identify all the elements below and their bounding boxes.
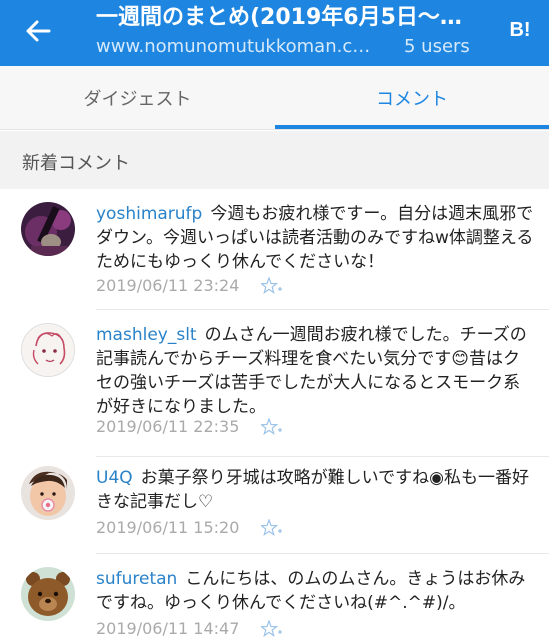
tab-comments[interactable]: コメント [275,66,549,130]
app-bar: 一週間のまとめ(2019年6月5日〜… www.nomunomutukkoman… [0,0,549,66]
hatebu-label: B! [509,19,530,41]
comment-item[interactable]: sufuretan こんにちは、のムのムさん。きょうはお休みですね。ゆっくり休んで… [0,555,549,640]
entry-url[interactable]: www.nomunomutukkoman.c… [96,35,386,59]
comment-item[interactable]: yoshimarufp 今週もお疲れ様ですー。自分は週末風邪でダウン。今週いっぱい… [0,190,549,310]
comment-item[interactable]: mashley_slt のムさん一週間お疲れ様でした。チーズの記事読んでからチーズ… [0,311,549,457]
sketch-face-avatar-icon [22,324,74,376]
section-title: 新着コメント [22,153,130,174]
comment-username[interactable]: mashley_slt [96,325,197,345]
avatar[interactable] [21,323,75,377]
star-add-icon [261,417,283,435]
comment-date: 2019/06/11 15:20 [96,518,240,537]
comment-body: yoshimarufp 今週もお疲れ様ですー。自分は週末風邪でダウン。今週いっぱい… [96,202,536,274]
guitar-avatar-icon [21,202,75,256]
comment-meta: 2019/06/11 22:35 [96,417,283,436]
comment-username[interactable]: U4Q [96,468,133,488]
comment-date: 2019/06/11 22:35 [96,417,240,436]
tab-digest[interactable]: ダイジェスト [0,66,275,130]
comment-body: sufuretan こんにちは、のムのムさん。きょうはお休みですね。ゆっくり休んで… [96,567,536,615]
add-star-button[interactable] [261,619,283,638]
comment-date: 2019/06/11 23:24 [96,276,240,295]
comment-meta: 2019/06/11 14:47 [96,619,283,638]
comment-meta: 2019/06/11 23:24 [96,276,283,295]
entry-meta: www.nomunomutukkoman.c… 5 users [96,35,476,59]
comment-username[interactable]: yoshimarufp [96,204,202,224]
add-star-button[interactable] [261,276,283,295]
divider [96,309,549,310]
comment-item[interactable]: U4Q お菓子祭り牙城は攻略が難しいですね◉私も一番好きな記事だし♡ 2019/0… [0,458,549,554]
divider [96,553,549,554]
arrow-left-icon [26,20,51,42]
star-add-icon [261,619,283,637]
comment-body: mashley_slt のムさん一週間お疲れ様でした。チーズの記事読んでからチーズ… [96,323,536,419]
comment-text: お菓子祭り牙城は攻略が難しいですね◉私も一番好きな記事だし♡ [96,468,529,512]
add-star-button[interactable] [261,518,283,537]
comment-body: U4Q お菓子祭り牙城は攻略が難しいですね◉私も一番好きな記事だし♡ [96,466,536,514]
star-add-icon [261,276,283,294]
active-tab-indicator [275,125,549,129]
avatar[interactable] [21,202,75,256]
comment-date: 2019/06/11 14:47 [96,619,240,638]
comment-meta: 2019/06/11 15:20 [96,518,283,537]
add-star-button[interactable] [261,417,283,436]
user-count: 5 users [404,36,470,57]
avatar[interactable] [21,466,75,520]
page-title: 一週間のまとめ(2019年6月5日〜… [96,5,462,30]
section-header: 新着コメント [0,131,549,189]
baby-avatar-icon [21,466,75,520]
comment-username[interactable]: sufuretan [96,569,177,589]
tab-bar: ダイジェスト コメント [0,66,549,130]
divider [96,456,549,457]
hatena-bookmark-button[interactable]: B! [505,14,535,44]
teddy-bear-avatar-icon [21,567,75,621]
avatar[interactable] [21,567,75,621]
hatena-bookmark-icon: B! [505,14,535,44]
star-add-icon [261,518,283,536]
back-button[interactable] [18,13,58,49]
